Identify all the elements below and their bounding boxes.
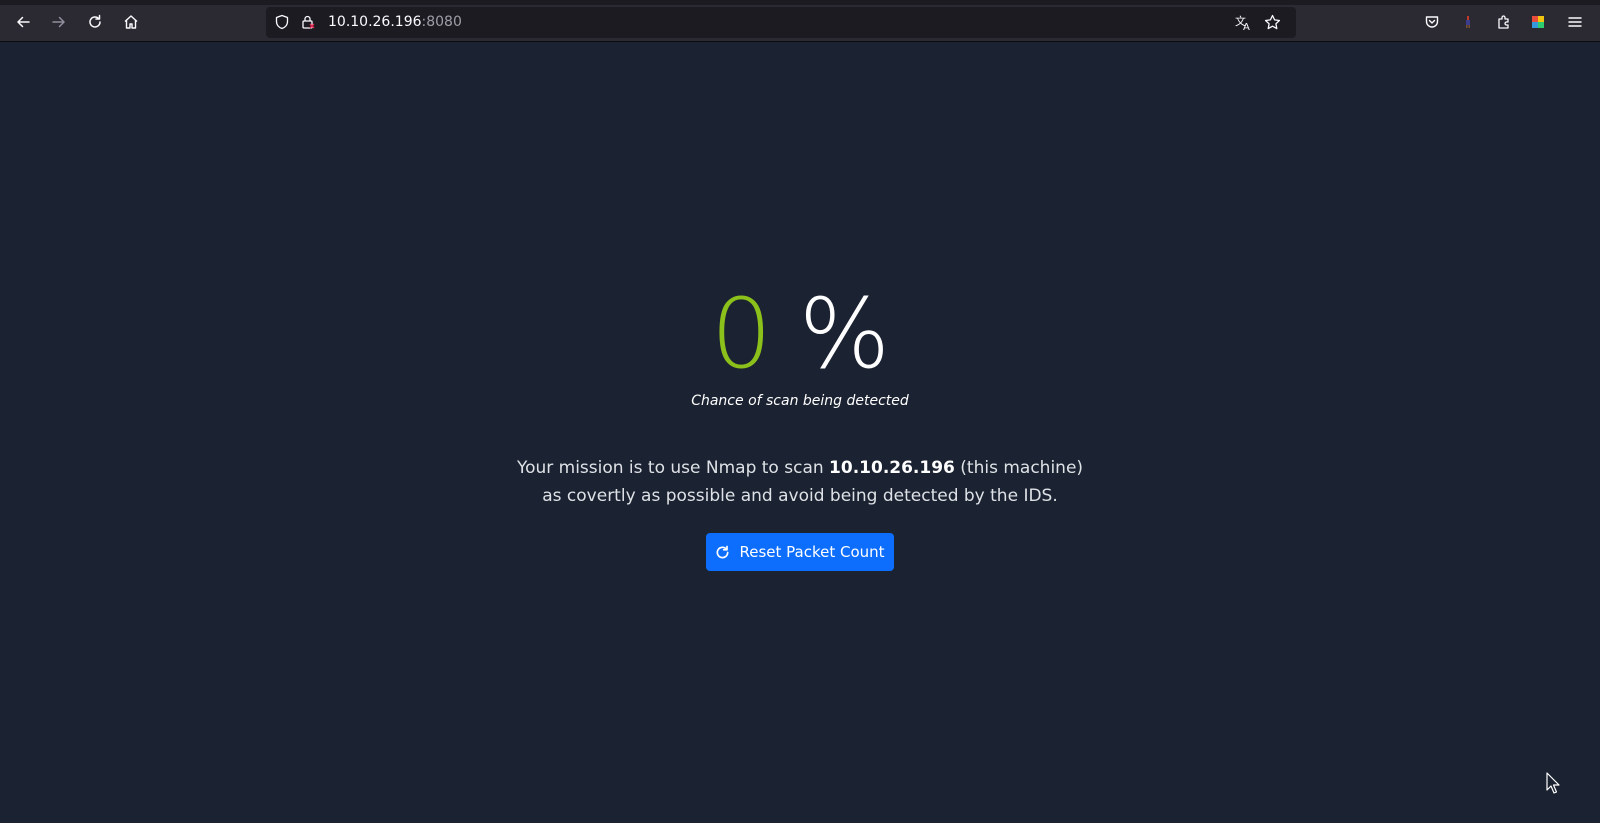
color-palette-icon [1532, 16, 1544, 28]
mission-suffix: (this machine) [960, 458, 1084, 478]
home-icon [124, 15, 138, 29]
puzzle-piece-icon [1498, 15, 1509, 29]
address-bar[interactable]: 10.10.26.196:8080 文A [266, 7, 1296, 38]
browser-toolbar: 10.10.26.196:8080 文A [0, 0, 1600, 42]
mouse-cursor-icon [1546, 772, 1560, 794]
extension-figure-icon [1466, 16, 1470, 28]
detection-percentage: 0% [0, 282, 1600, 386]
tab-strip [0, 0, 1600, 5]
mission-line-1: Your mission is to use Nmap to scan 10.1… [0, 454, 1600, 482]
arrow-left-icon [17, 16, 30, 28]
app-menu-button[interactable] [1561, 9, 1589, 35]
forward-button[interactable] [45, 9, 73, 35]
bookmark-star-icon[interactable] [1264, 14, 1281, 31]
percentage-value: 0 [710, 278, 772, 390]
reload-button[interactable] [81, 9, 109, 35]
refresh-icon [717, 545, 729, 558]
mission-target-ip: 10.10.26.196 [829, 458, 955, 478]
reset-packet-count-button[interactable]: Reset Packet Count [706, 533, 894, 571]
reload-icon [89, 14, 101, 28]
url-text[interactable]: 10.10.26.196:8080 [328, 14, 462, 30]
extensions-menu-button[interactable] [1490, 9, 1518, 35]
insecure-lock-icon[interactable] [300, 14, 316, 30]
translate-icon[interactable]: 文A [1235, 14, 1252, 31]
reset-button-label: Reset Packet Count [739, 543, 885, 561]
mission-text: Your mission is to use Nmap to scan 10.1… [0, 454, 1600, 510]
color-extension-button[interactable] [1524, 9, 1552, 35]
pocket-button[interactable] [1418, 9, 1446, 35]
mission-prefix: Your mission is to use Nmap to scan [516, 458, 824, 478]
extension-button[interactable] [1454, 9, 1482, 35]
home-button[interactable] [117, 9, 145, 35]
pocket-icon [1425, 16, 1439, 28]
url-host: 10.10.26.196 [328, 14, 422, 30]
percentage-sign: % [798, 278, 890, 390]
svg-text:A: A [1243, 22, 1250, 31]
detection-caption: Chance of scan being detected [691, 393, 909, 409]
arrow-right-icon [52, 16, 65, 28]
hamburger-menu-icon [1568, 17, 1582, 27]
url-port: :8080 [421, 14, 462, 30]
mission-line-2: as covertly as possible and avoid being … [542, 486, 1058, 506]
back-button[interactable] [9, 9, 37, 35]
tracking-protection-shield-icon[interactable] [274, 14, 290, 30]
